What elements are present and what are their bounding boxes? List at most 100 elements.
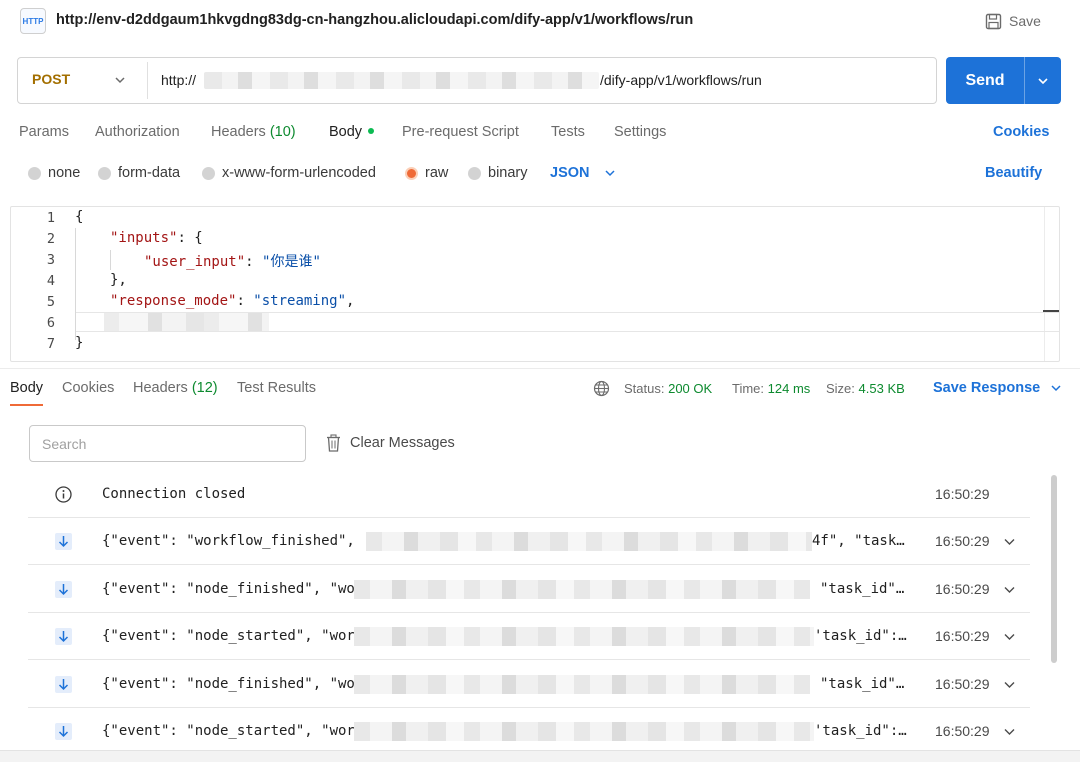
tab-headers[interactable]: Headers (10) [211,124,296,140]
status-value: 200 OK [668,381,713,396]
message-text: {"event": "node_started", "wor [102,723,355,739]
message-tail: "task_id"… [820,581,905,597]
message-text: {"event": "node_started", "wor [102,628,355,644]
chevron-down-icon[interactable] [1003,535,1016,548]
radio-raw[interactable]: raw [405,165,448,181]
chevron-down-icon[interactable] [113,73,127,87]
radio-indicator[interactable] [202,166,215,180]
body-format-label: JSON [550,165,590,181]
json-key: "response_mode" [110,293,237,309]
response-tab-headers-label: Headers [133,380,188,396]
message-time: 16:50:29 [935,628,990,644]
tab-tests[interactable]: Tests [551,124,585,140]
body-indicator-dot [368,128,375,134]
code-line: "user_input": "你是谁" [144,251,321,271]
response-tab-cookies[interactable]: Cookies [62,380,114,396]
redacted-content [354,722,814,741]
editor-scrollbar-track [1044,207,1045,361]
arrow-down-icon [55,628,72,645]
message-time: 16:50:29 [935,486,990,502]
chevron-down-icon[interactable] [1003,725,1016,738]
line-number: 2 [46,231,55,247]
radio-indicator-selected[interactable] [405,166,418,180]
save-button[interactable]: Save [985,10,1041,32]
radio-indicator[interactable] [28,166,41,180]
bottom-status-bar [0,750,1080,762]
chevron-down-icon[interactable] [1003,678,1016,691]
message-tail: "task_id"… [820,676,905,692]
globe-icon[interactable] [593,380,610,397]
radio-binary[interactable]: binary [468,165,528,181]
radio-indicator[interactable] [98,166,111,180]
tab-pre-request-script[interactable]: Pre-request Script [402,124,519,140]
send-label[interactable]: Send [946,57,1024,104]
arrow-down-icon [55,676,72,693]
url-divider [147,62,148,99]
message-row[interactable]: {"event": "node_finished", "wo "task_id"… [28,661,1030,708]
tab-authorization[interactable]: Authorization [95,124,180,140]
radio-x-www-form-urlencoded[interactable]: x-www-form-urlencoded [202,165,376,181]
message-time: 16:50:29 [935,676,990,692]
time-info[interactable]: Time: 124 ms [732,381,810,396]
size-info[interactable]: Size: 4.53 KB [826,381,905,396]
json-key: "user_input" [144,254,246,270]
json-punct: : [245,254,263,270]
chevron-down-icon [604,170,615,177]
clear-messages-button[interactable]: Clear Messages [326,434,455,452]
beautify-button[interactable]: Beautify [985,165,1042,181]
save-response-label: Save Response [933,380,1041,396]
message-time: 16:50:29 [935,533,990,549]
send-button[interactable]: Send [946,57,1061,104]
line-number: 3 [46,252,55,268]
code-line: } [75,335,84,351]
chevron-down-icon [1038,77,1048,84]
trash-icon [327,434,340,452]
http-request-icon: HTTP [20,8,46,34]
arrow-down-icon [55,533,72,550]
body-format-select[interactable]: JSON [550,165,616,181]
status-info[interactable]: Status: 200 OK [624,381,712,396]
code-line: }, [110,272,127,288]
message-row[interactable]: {"event": "node_finished", "wo "task_id"… [28,566,1030,613]
clear-messages-label: Clear Messages [350,435,455,451]
tab-settings[interactable]: Settings [614,124,666,140]
request-title: http://env-d2ddgaum1hkvgdng83dg-cn-hangz… [56,12,694,28]
cookies-link[interactable]: Cookies [993,124,1049,140]
status-label: Status: [624,381,665,396]
tab-body[interactable]: Body [329,124,375,140]
chevron-down-icon[interactable] [1003,583,1016,596]
json-key: "inputs" [110,230,178,246]
message-row[interactable]: Connection closed 16:50:29 [28,471,1030,518]
time-value: 124 ms [767,381,811,396]
line-number: 7 [46,336,55,352]
url-input[interactable]: http:// [161,72,196,88]
search-input[interactable] [29,425,306,462]
size-value: 4.53 KB [858,381,905,396]
response-tab-headers[interactable]: Headers (12) [133,380,218,396]
messages-scrollbar[interactable] [1051,475,1057,663]
tab-headers-count: (10) [269,124,296,140]
message-row[interactable]: {"event": "node_started", "wor 'task_id"… [28,613,1030,660]
response-tab-body[interactable]: Body [10,380,43,396]
method-select[interactable]: POST [32,71,70,87]
url-path[interactable]: /dify-app/v1/workflows/run [600,72,762,88]
chevron-down-icon[interactable] [1003,630,1016,643]
save-response-button[interactable]: Save Response [933,380,1062,396]
message-tail: 'task_id":… [814,628,907,644]
radio-label: none [48,165,81,181]
message-tail: 4f", "task… [812,533,905,549]
radio-form-data[interactable]: form-data [98,165,180,181]
line-number: 5 [46,294,55,310]
radio-label: binary [488,165,528,181]
line-number: 4 [46,273,55,289]
radio-none[interactable]: none [28,165,80,181]
message-row[interactable]: {"event": "workflow_finished", 4f", "tas… [28,518,1030,565]
message-row[interactable]: {"event": "node_started", "wor 'task_id"… [28,708,1030,755]
editor-scrollbar[interactable] [1043,310,1059,312]
message-time: 16:50:29 [935,723,990,739]
send-dropdown[interactable] [1025,57,1061,104]
radio-indicator[interactable] [468,166,481,180]
response-tab-test-results[interactable]: Test Results [237,380,316,396]
section-divider [0,368,1080,369]
tab-params[interactable]: Params [19,124,69,140]
